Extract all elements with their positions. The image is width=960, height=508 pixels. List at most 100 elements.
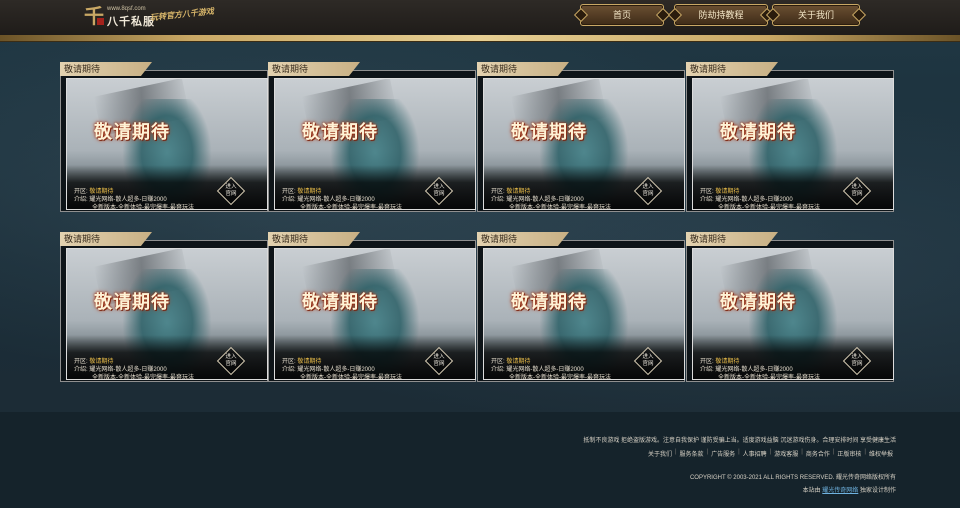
enter-label: 进入 官网 <box>851 184 863 197</box>
footer-link[interactable]: 维权举报 <box>866 449 896 458</box>
card-info: 开区: 敬请期待 介绍: 耀光网络-散人超多-日赚2000 全新版本-全新体验-… <box>282 188 402 212</box>
intro-label: 介绍: <box>282 197 296 203</box>
server-card[interactable]: 敬请期待 敬请期待 开区: 敬请期待 介绍: 耀光网络-散人超多-日赚2000 … <box>477 62 687 212</box>
footer-notice: 抵制不良游戏 拒绝盗版游戏。注意自我保护 谨防受骗上当。适度游戏益脑 沉迷游戏伤… <box>583 438 896 444</box>
card-tag: 敬请期待 <box>686 232 778 246</box>
enter-label: 进入 官网 <box>433 354 445 367</box>
enter-site-button[interactable]: 进入 官网 <box>633 346 663 376</box>
open-value: 敬请期待 <box>297 189 322 195</box>
open-value: 敬请期待 <box>89 189 114 195</box>
footer-link[interactable]: 服务条款 <box>677 449 707 458</box>
intro-line2: 全新版本-全新体验-最完爆率-最爽玩法 <box>92 375 194 381</box>
intro-line2: 全新版本-全新体验-最完爆率-最爽玩法 <box>92 205 194 211</box>
server-card[interactable]: 敬请期待 敬请期待 开区: 敬请期待 介绍: 耀光网络-散人超多-日赚2000 … <box>686 62 896 212</box>
enter-site-button[interactable]: 进入 官网 <box>216 346 246 376</box>
card-title: 敬请期待 <box>511 122 587 143</box>
site-header: 千 www.8qsf.com 八千私服 玩转官方八千游戏 首页 防劫持教程 关于… <box>0 0 960 35</box>
intro-line2: 全新版本-全新体验-最完爆率-最爽玩法 <box>300 375 402 381</box>
card-tag: 敬请期待 <box>268 62 360 76</box>
enter-label: 进入 官网 <box>433 184 445 197</box>
enter-site-button[interactable]: 进入 官网 <box>633 176 663 206</box>
enter-label: 进入 官网 <box>642 354 654 367</box>
open-label: 开区: <box>491 189 505 195</box>
card-tag: 敬请期待 <box>268 232 360 246</box>
intro-line2: 全新版本-全新体验-最完爆率-最爽玩法 <box>718 375 820 381</box>
server-card[interactable]: 敬请期待 敬请期待 开区: 敬请期待 介绍: 耀光网络-散人超多-日赚2000 … <box>60 232 270 382</box>
credit-prefix: 本站由 <box>802 488 821 494</box>
footer-copyright: COPYRIGHT © 2003-2021 ALL RIGHTS RESERVE… <box>689 475 896 481</box>
footer-credit: 本站由 耀光传奇网络 独家设计制作 <box>803 485 896 494</box>
intro-line1: 耀光网络-散人超多-日赚2000 <box>297 367 375 373</box>
open-value: 敬请期待 <box>506 359 531 365</box>
nav-anti-hijack-button[interactable]: 防劫持教程 <box>674 4 768 26</box>
open-label: 开区: <box>282 189 296 195</box>
footer-link[interactable]: 广告服务 <box>708 449 738 458</box>
open-value: 敬请期待 <box>297 359 322 365</box>
card-title: 敬请期待 <box>302 122 378 143</box>
enter-site-button[interactable]: 进入 官网 <box>842 346 872 376</box>
footer-link[interactable]: 正版审核 <box>834 449 864 458</box>
intro-label: 介绍: <box>700 367 714 373</box>
open-value: 敬请期待 <box>506 189 531 195</box>
intro-line2: 全新版本-全新体验-最完爆率-最爽玩法 <box>300 205 402 211</box>
enter-site-button[interactable]: 进入 官网 <box>842 176 872 206</box>
card-info: 开区: 敬请期待 介绍: 耀光网络-散人超多-日赚2000 全新版本-全新体验-… <box>700 358 820 382</box>
intro-label: 介绍: <box>74 367 88 373</box>
card-info: 开区: 敬请期待 介绍: 耀光网络-散人超多-日赚2000 全新版本-全新体验-… <box>74 358 194 382</box>
open-value: 敬请期待 <box>715 359 740 365</box>
server-card[interactable]: 敬请期待 敬请期待 开区: 敬请期待 介绍: 耀光网络-散人超多-日赚2000 … <box>477 232 687 382</box>
intro-label: 介绍: <box>74 197 88 203</box>
intro-line2: 全新版本-全新体验-最完爆率-最爽玩法 <box>718 205 820 211</box>
nav-home-button[interactable]: 首页 <box>580 4 664 26</box>
credit-suffix: 独家设计制作 <box>859 488 896 494</box>
logo-name[interactable]: 八千私服 <box>107 13 155 29</box>
card-info: 开区: 敬请期待 介绍: 耀光网络-散人超多-日赚2000 全新版本-全新体验-… <box>491 358 611 382</box>
intro-line1: 耀光网络-散人超多-日赚2000 <box>506 197 584 203</box>
card-info: 开区: 敬请期待 介绍: 耀光网络-散人超多-日赚2000 全新版本-全新体验-… <box>74 188 194 212</box>
logo-seal-icon <box>97 18 104 25</box>
intro-line2: 全新版本-全新体验-最完爆率-最爽玩法 <box>509 205 611 211</box>
open-label: 开区: <box>491 359 505 365</box>
card-title: 敬请期待 <box>94 292 170 313</box>
intro-label: 介绍: <box>700 197 714 203</box>
site-footer: 抵制不良游戏 拒绝盗版游戏。注意自我保护 谨防受骗上当。适度游戏益脑 沉迷游戏伤… <box>0 412 960 508</box>
enter-label: 进入 官网 <box>642 184 654 197</box>
intro-line1: 耀光网络-散人超多-日赚2000 <box>506 367 584 373</box>
footer-link[interactable]: 游戏客服 <box>771 449 801 458</box>
card-info: 开区: 敬请期待 介绍: 耀光网络-散人超多-日赚2000 全新版本-全新体验-… <box>282 358 402 382</box>
logo-url: www.8qsf.com <box>107 6 146 12</box>
server-card[interactable]: 敬请期待 敬请期待 开区: 敬请期待 介绍: 耀光网络-散人超多-日赚2000 … <box>686 232 896 382</box>
footer-link[interactable]: 人事招聘 <box>740 449 770 458</box>
credit-link[interactable]: 耀光传奇网络 <box>822 488 858 494</box>
server-card[interactable]: 敬请期待 敬请期待 开区: 敬请期待 介绍: 耀光网络-散人超多-日赚2000 … <box>268 62 478 212</box>
open-value: 敬请期待 <box>89 359 114 365</box>
card-info: 开区: 敬请期待 介绍: 耀光网络-散人超多-日赚2000 全新版本-全新体验-… <box>491 188 611 212</box>
card-title: 敬请期待 <box>94 122 170 143</box>
card-title: 敬请期待 <box>720 292 796 313</box>
enter-label: 进入 官网 <box>225 354 237 367</box>
footer-link[interactable]: 商务合作 <box>803 449 833 458</box>
nav-about-button[interactable]: 关于我们 <box>772 4 860 26</box>
footer-link[interactable]: 关于我们 <box>645 449 675 458</box>
enter-site-button[interactable]: 进入 官网 <box>424 176 454 206</box>
footer-links: 关于我们 | 服务条款 | 广告服务 | 人事招聘 | 游戏客服 | 商务合作 | 正版审核 | 维权举报 <box>645 449 896 458</box>
open-label: 开区: <box>74 189 88 195</box>
enter-site-button[interactable]: 进入 官网 <box>216 176 246 206</box>
card-info: 开区: 敬请期待 介绍: 耀光网络-散人超多-日赚2000 全新版本-全新体验-… <box>700 188 820 212</box>
enter-label: 进入 官网 <box>225 184 237 197</box>
open-label: 开区: <box>700 189 714 195</box>
intro-label: 介绍: <box>491 197 505 203</box>
header-divider <box>0 35 960 42</box>
server-card[interactable]: 敬请期待 敬请期待 开区: 敬请期待 介绍: 耀光网络-散人超多-日赚2000 … <box>268 232 478 382</box>
intro-line1: 耀光网络-散人超多-日赚2000 <box>715 197 793 203</box>
enter-site-button[interactable]: 进入 官网 <box>424 346 454 376</box>
server-card[interactable]: 敬请期待 敬请期待 开区: 敬请期待 介绍: 耀光网络-散人超多-日赚2000 … <box>60 62 270 212</box>
card-tag: 敬请期待 <box>60 62 152 76</box>
card-tag: 敬请期待 <box>686 62 778 76</box>
card-title: 敬请期待 <box>302 292 378 313</box>
intro-label: 介绍: <box>491 367 505 373</box>
card-tag: 敬请期待 <box>477 232 569 246</box>
open-label: 开区: <box>700 359 714 365</box>
enter-label: 进入 官网 <box>851 354 863 367</box>
intro-line1: 耀光网络-散人超多-日赚2000 <box>89 367 167 373</box>
